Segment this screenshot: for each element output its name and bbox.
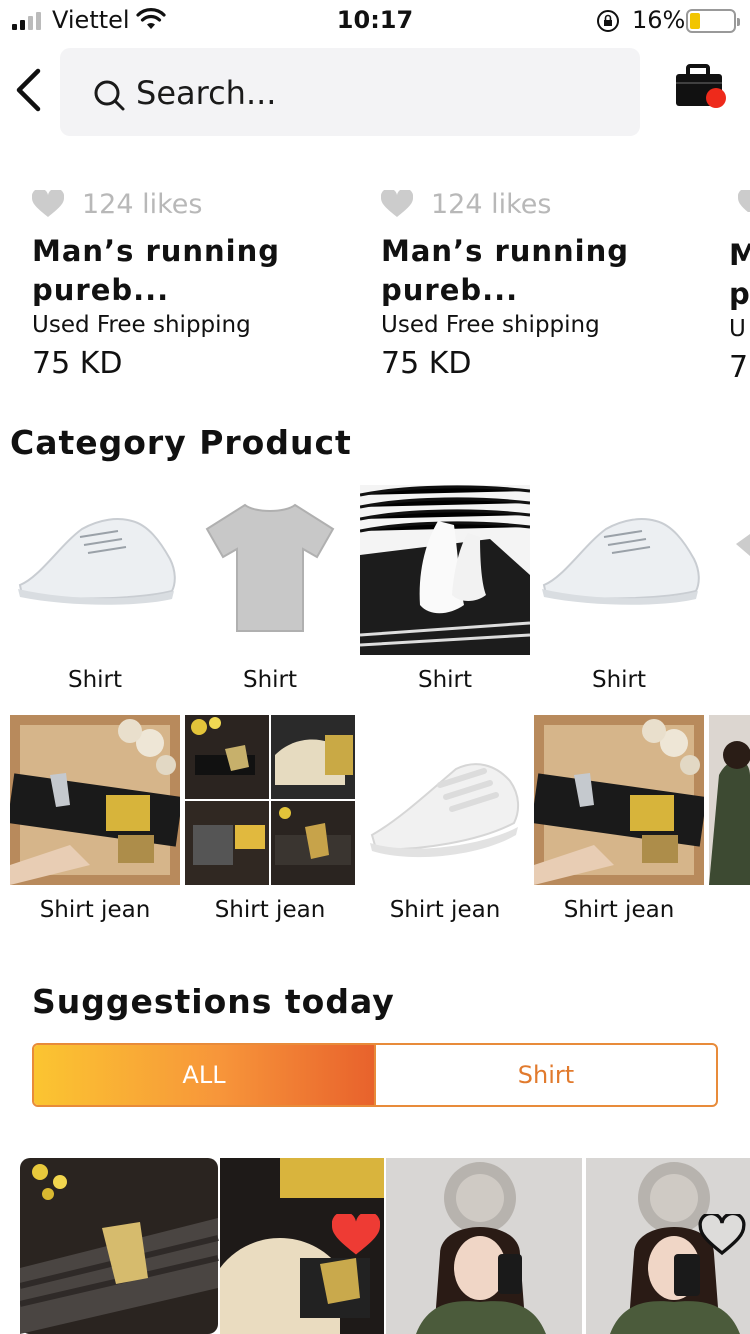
category-label: Shirt [242,667,298,693]
tshirt-image [185,485,355,655]
suggestion-card[interactable] [20,1158,384,1334]
status-bar: Viettel 10:17 16% [0,0,750,44]
suggestions-title: Suggestions today [32,982,395,1021]
product-price: 75 KD [381,346,472,381]
category-item-partial[interactable] [726,530,750,560]
product-card-partial[interactable]: Mp U 7 [729,236,750,386]
product-price: 75 KD [32,346,123,381]
product-shipping: Used Free shipping [32,312,251,338]
search-input[interactable]: Search... [60,48,640,136]
tab-all[interactable]: ALL [34,1045,374,1105]
battery-percent: 16% [632,6,686,34]
product-card[interactable]: 124 likes Man’s running pureb... Used Fr… [32,182,352,381]
search-icon [94,80,125,111]
white-sneaker-image [360,715,530,885]
product-name: Man’s running pureb... [32,234,281,307]
belt-collage-image [185,715,355,885]
category-title: Category Product [10,423,352,462]
heart-filled-icon[interactable] [332,1214,380,1256]
back-arrow-icon[interactable] [14,68,44,112]
belt-product-image [20,1158,384,1334]
sneaker-image [534,485,704,655]
category-item[interactable]: Shirt jean [534,715,704,923]
category-item-partial[interactable] [709,715,750,885]
tab-shirt[interactable]: Shirt [374,1045,716,1105]
likes-row: 124 likes [32,182,352,226]
category-item[interactable]: Shirt [360,485,530,693]
category-label: Shirt jean [39,897,151,923]
category-item[interactable]: Shirt jean [185,715,355,923]
product-card[interactable]: 124 likes Man’s running pureb... Used Fr… [381,182,701,381]
boot-image [360,485,530,655]
category-item[interactable]: Shirt jean [10,715,180,923]
product-name: Man’s running pureb... [381,234,630,307]
belt-box-image [10,715,180,885]
likes-row: 124 likes [381,182,701,226]
battery-icon [686,9,740,33]
category-label: Shirt jean [389,897,501,923]
rotation-lock-icon [597,10,619,32]
sneaker-image [10,485,180,655]
category-label: Shirt [67,667,123,693]
search-placeholder: Search... [136,74,277,112]
suggestion-tabs: ALL Shirt [32,1043,718,1107]
category-label: Shirt jean [563,897,675,923]
category-item[interactable]: Shirt [185,485,355,693]
belt-box-image [534,715,704,885]
category-label: Shirt jean [214,897,326,923]
category-item[interactable]: Shirt jean [360,715,530,923]
heart-outline-icon [738,190,750,212]
product-shipping: Used Free shipping [381,312,600,338]
category-label: Shirt [417,667,473,693]
heart-outline-icon[interactable] [32,190,64,218]
heart-outline-icon[interactable] [698,1214,746,1256]
cart-button[interactable] [676,64,726,110]
suggestion-card[interactable] [386,1158,750,1334]
category-item[interactable]: Shirt [534,485,704,693]
cart-badge [706,88,726,108]
likes-count: 124 likes [82,188,203,220]
likes-count: 124 likes [431,188,552,220]
woman-product-image [386,1158,750,1334]
heart-outline-icon[interactable] [381,190,413,218]
category-label: Shirt [591,667,647,693]
category-item[interactable]: Shirt [10,485,180,693]
